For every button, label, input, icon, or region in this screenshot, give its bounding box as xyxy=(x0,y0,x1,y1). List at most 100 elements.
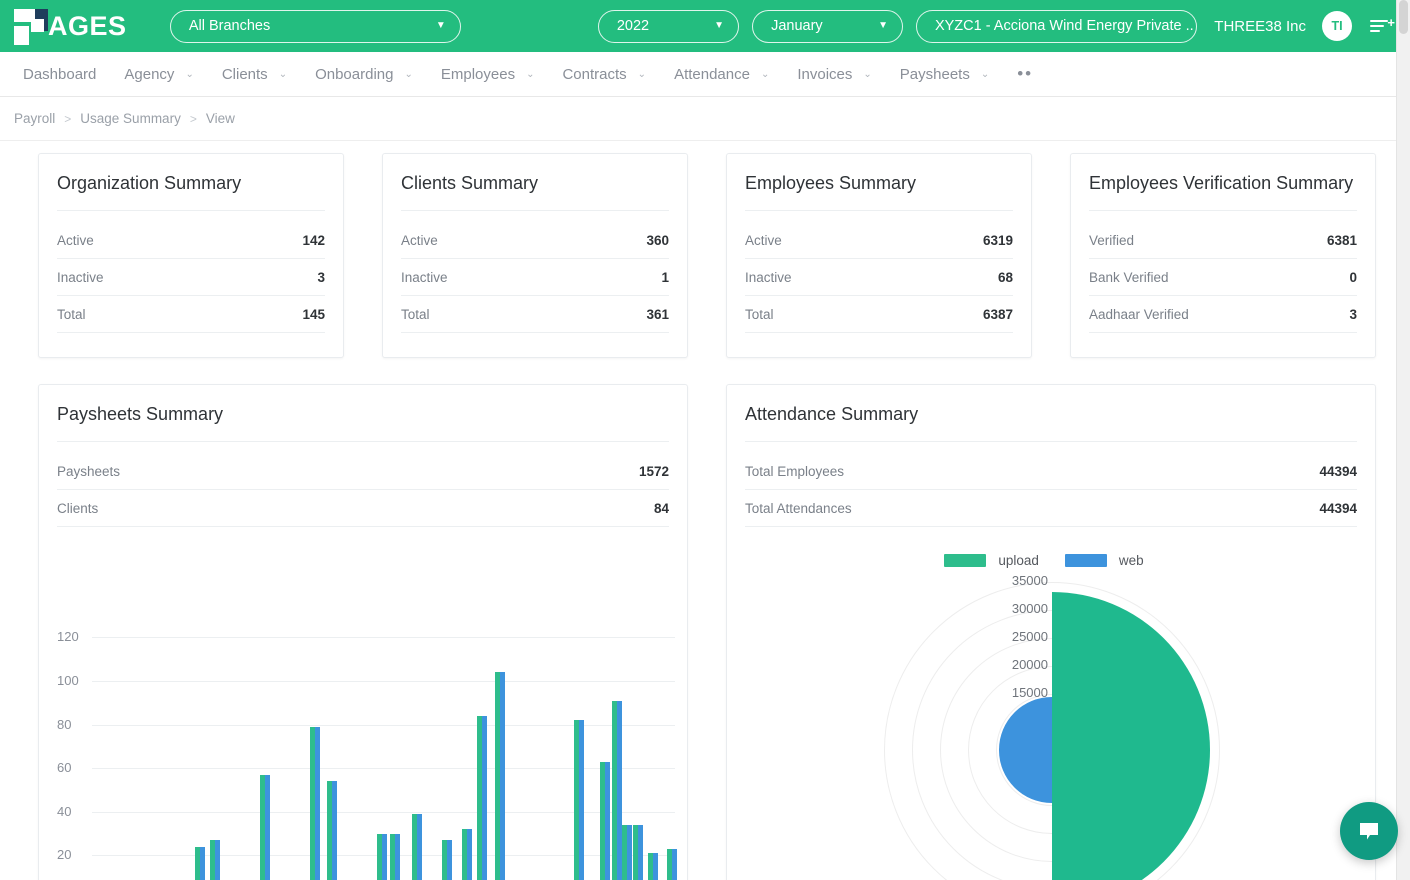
row-label: Active xyxy=(745,233,782,248)
summary-cards-row: Organization Summary Active 142 Inactive… xyxy=(0,153,1410,358)
bar-web[interactable] xyxy=(215,840,220,880)
bar-pair[interactable] xyxy=(622,825,632,880)
bar-web[interactable] xyxy=(265,775,270,880)
bar-pair[interactable] xyxy=(612,701,622,880)
row-label: Paysheets xyxy=(57,464,120,479)
nav-item-contracts[interactable]: Contracts⌄ xyxy=(548,52,660,96)
bar-pair[interactable] xyxy=(377,834,387,880)
bar-series xyxy=(92,541,675,880)
bar-web[interactable] xyxy=(382,834,387,880)
card-title: Employees Verification Summary xyxy=(1071,154,1375,210)
nav-item-agency[interactable]: Agency ⌄ xyxy=(110,52,207,96)
radial-axis-tick-label: 30000 xyxy=(982,601,1048,616)
row-value: 44394 xyxy=(1319,501,1357,516)
scrollbar-thumb[interactable] xyxy=(1399,0,1408,34)
table-row: Total 361 xyxy=(401,296,669,333)
nav-label: Attendance xyxy=(674,66,750,83)
paysheets-bar-chart[interactable]: 20406080100120 xyxy=(39,541,687,880)
divider xyxy=(57,441,669,442)
year-select[interactable]: 2022 ▼ xyxy=(598,10,739,43)
row-value: 145 xyxy=(302,307,325,322)
month-select-value: January xyxy=(771,18,823,34)
nav-item-clients[interactable]: Clients⌄ xyxy=(208,52,301,96)
bar-web[interactable] xyxy=(332,781,337,880)
row-label: Inactive xyxy=(57,270,104,285)
nav-label: Agency xyxy=(124,66,174,83)
bar-web[interactable] xyxy=(500,672,505,880)
bar-pair[interactable] xyxy=(574,720,584,880)
chevron-down-icon: ⌄ xyxy=(404,69,412,80)
chevron-down-icon: ⌄ xyxy=(981,69,989,80)
month-select[interactable]: January ▼ xyxy=(752,10,903,43)
bar-web[interactable] xyxy=(653,853,658,880)
attendance-polar-chart[interactable]: 350003000025000200001500010000 xyxy=(727,574,1375,874)
bar-web[interactable] xyxy=(638,825,643,880)
row-value: 142 xyxy=(302,233,325,248)
legend-swatch-upload[interactable] xyxy=(944,554,986,567)
bar-web[interactable] xyxy=(627,825,632,880)
bar-web[interactable] xyxy=(417,814,422,880)
bar-pair[interactable] xyxy=(633,825,643,880)
bar-pair[interactable] xyxy=(310,727,320,880)
avatar[interactable]: TI xyxy=(1322,11,1352,41)
client-select[interactable]: XYZC1 - Acciona Wind Energy Private .. ▼ xyxy=(916,10,1197,43)
table-row: Clients 84 xyxy=(57,490,669,527)
bar-pair[interactable] xyxy=(648,853,658,880)
card-rows: Verified 6381 Bank Verified 0 Aadhaar Ve… xyxy=(1071,222,1375,333)
chevron-right-icon: > xyxy=(64,112,71,126)
nav-label: Contracts xyxy=(562,66,626,83)
legend-swatch-web[interactable] xyxy=(1065,554,1107,567)
card-rows: Paysheets 1572 Clients 84 xyxy=(39,453,687,527)
row-label: Inactive xyxy=(401,270,448,285)
organization-summary-card: Organization Summary Active 142 Inactive… xyxy=(38,153,344,358)
table-row: Inactive 1 xyxy=(401,259,669,296)
y-axis-tick-label: 40 xyxy=(57,804,71,819)
nav-item-dashboard[interactable]: Dashboard xyxy=(9,52,110,96)
nav-item-employees[interactable]: Employees⌄ xyxy=(427,52,549,96)
bar-pair[interactable] xyxy=(327,781,337,880)
bar-pair[interactable] xyxy=(412,814,422,880)
nav-item-attendance[interactable]: Attendance⌄ xyxy=(660,52,783,96)
vertical-scrollbar[interactable] xyxy=(1396,0,1410,880)
bar-pair[interactable] xyxy=(667,849,677,880)
bar-web[interactable] xyxy=(605,762,610,880)
nav-label: Dashboard xyxy=(23,66,96,83)
bar-pair[interactable] xyxy=(600,762,610,880)
bar-pair[interactable] xyxy=(495,672,505,880)
bar-web[interactable] xyxy=(482,716,487,880)
nav-item-invoices[interactable]: Invoices⌄ xyxy=(783,52,885,96)
nav-label: Onboarding xyxy=(315,66,393,83)
row-label: Total xyxy=(745,307,774,322)
bar-web[interactable] xyxy=(395,834,400,880)
branch-select[interactable]: All Branches ▼ xyxy=(170,10,461,43)
bar-web[interactable] xyxy=(200,847,205,880)
chevron-down-icon: ⌄ xyxy=(185,69,193,80)
chevron-down-icon: ▼ xyxy=(436,21,446,31)
bar-web[interactable] xyxy=(447,840,452,880)
bar-pair[interactable] xyxy=(390,834,400,880)
table-row: Bank Verified 0 xyxy=(1089,259,1357,296)
nav-item-onboarding[interactable]: Onboarding ⌄ xyxy=(301,52,427,96)
legend-label-web: web xyxy=(1119,553,1144,568)
breadcrumb-item-usage-summary[interactable]: Usage Summary xyxy=(80,111,181,126)
bar-web[interactable] xyxy=(467,829,472,880)
bar-pair[interactable] xyxy=(477,716,487,880)
bar-pair[interactable] xyxy=(195,847,205,880)
breadcrumb-item-payroll[interactable]: Payroll xyxy=(14,111,55,126)
bar-web[interactable] xyxy=(579,720,584,880)
bar-pair[interactable] xyxy=(260,775,270,880)
row-label: Active xyxy=(401,233,438,248)
app-logo[interactable]: AGES xyxy=(0,6,155,46)
bar-pair[interactable] xyxy=(462,829,472,880)
row-value: 1572 xyxy=(639,464,669,479)
bar-web[interactable] xyxy=(672,849,677,880)
list-add-icon[interactable]: + xyxy=(1370,14,1394,38)
chat-button[interactable] xyxy=(1340,802,1398,860)
row-value: 84 xyxy=(654,501,669,516)
chevron-down-icon: ▼ xyxy=(714,21,724,31)
bar-pair[interactable] xyxy=(442,840,452,880)
nav-item-paysheets[interactable]: Paysheets⌄ xyxy=(886,52,1003,96)
row-value: 68 xyxy=(998,270,1013,285)
bar-pair[interactable] xyxy=(210,840,220,880)
bar-web[interactable] xyxy=(315,727,320,880)
